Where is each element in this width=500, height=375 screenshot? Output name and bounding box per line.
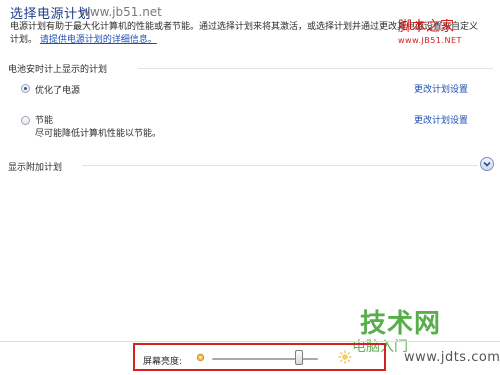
page-title: 选择电源计划: [10, 7, 92, 22]
plan-name-balanced[interactable]: 优化了电源: [35, 83, 80, 96]
plan-details-link[interactable]: 请提供电源计划的详细信息。: [40, 35, 157, 45]
radio-plan-power-saver[interactable]: [21, 116, 30, 125]
change-plan-settings-link-power-saver[interactable]: 更改计划设置: [414, 113, 468, 126]
plan-name-power-saver[interactable]: 节能: [35, 113, 53, 126]
change-plan-settings-link-balanced[interactable]: 更改计划设置: [414, 82, 468, 95]
section-divider: [138, 68, 493, 69]
screen-brightness-label: 屏幕亮度:: [143, 357, 183, 367]
site-watermark: www.jb51.net: [80, 5, 162, 19]
plan-description-power-saver: 尽可能降低计算机性能以节能。: [35, 129, 162, 139]
show-additional-plans-label[interactable]: 显示附加计划: [8, 160, 62, 173]
watermark-bottom-url: www.jdts.com: [404, 350, 500, 365]
radio-plan-balanced[interactable]: [21, 84, 30, 93]
brightness-low-icon: [196, 353, 205, 362]
expand-additional-plans-button[interactable]: [480, 157, 494, 171]
brightness-slider-thumb[interactable]: [295, 350, 304, 365]
section-heading: 电池安时计上显示的计划: [8, 65, 108, 75]
watermark-url: www.JB51.NET: [398, 36, 462, 45]
watermark-brand: 技术网: [360, 309, 442, 339]
watermark-logo-text: 脚本之家: [398, 19, 454, 35]
additional-plans-divider: [82, 165, 478, 166]
brightness-high-icon: [338, 350, 352, 364]
radio-selected-dot: [24, 87, 27, 90]
chevron-down-icon: [483, 161, 491, 167]
bottom-divider: [0, 341, 500, 342]
